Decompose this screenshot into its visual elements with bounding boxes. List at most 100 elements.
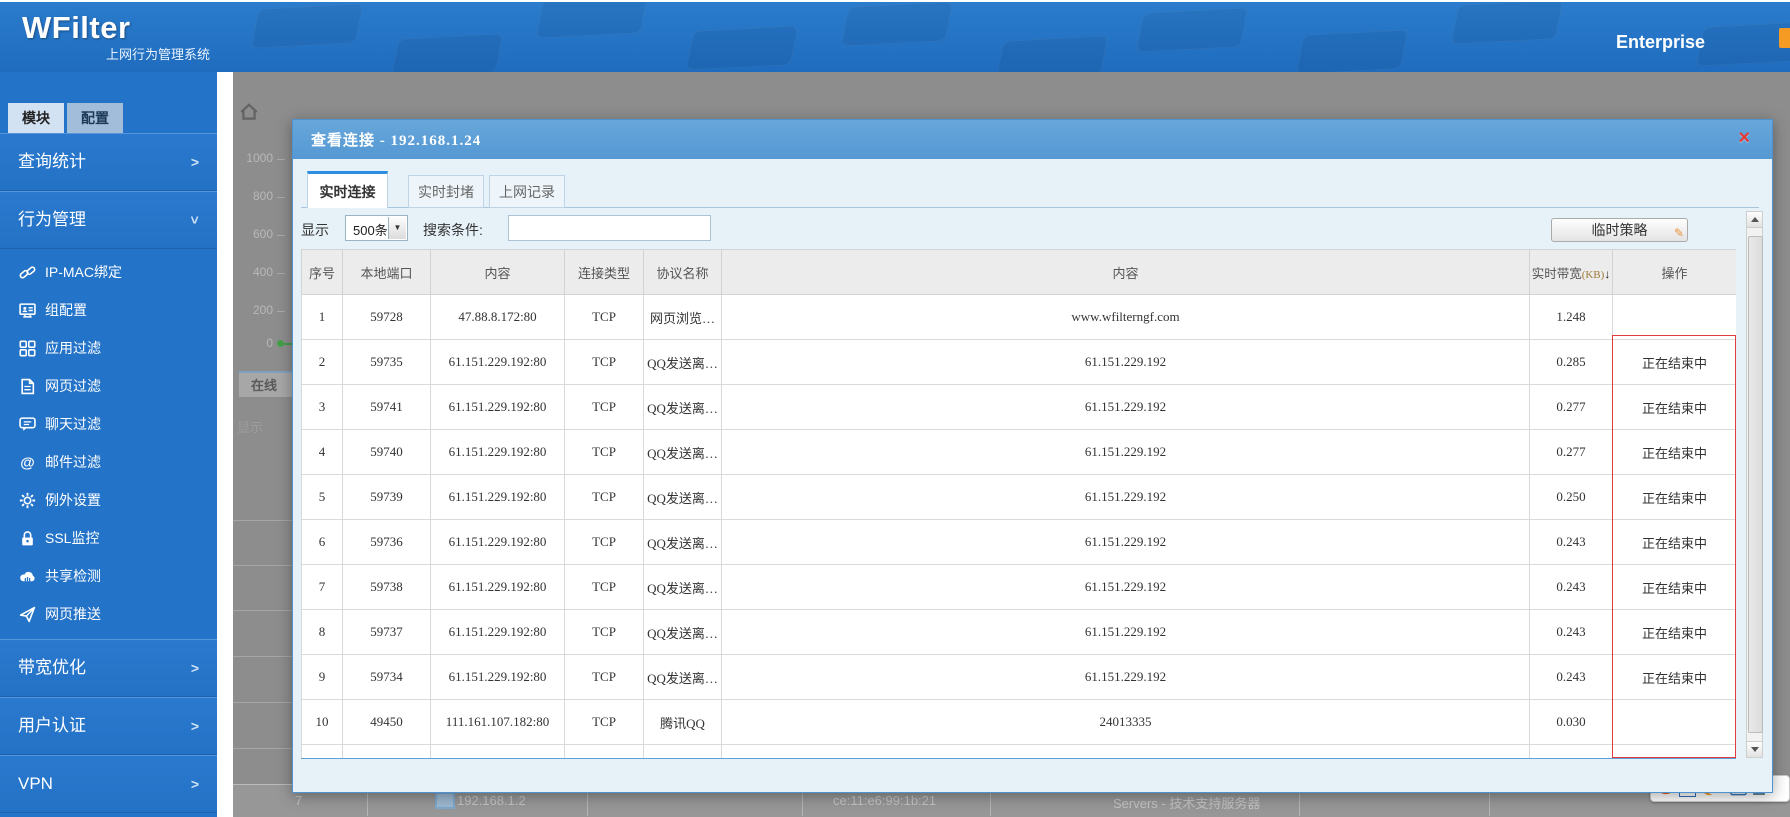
page-size-value: 500条 [353,220,388,239]
sidebar-group-0[interactable]: 查询统计 [0,133,217,191]
notification-icon[interactable] [1779,28,1790,48]
sidebar-item-label: SSL监控 [45,528,99,548]
web-push-icon [18,605,36,623]
table-row[interactable]: 1049450111.161.107.182:80TCP腾讯QQ24013335… [302,700,1737,745]
sidebar-item[interactable]: 应用过滤 [0,329,217,367]
share-detect-icon [18,567,36,585]
cell-bandwidth: 0.243 [1530,520,1613,565]
cell-protocol: QQ发送离… [644,340,722,385]
dialog-tab-1[interactable]: 实时封堵 [408,175,484,208]
cell-type: TCP [565,520,644,565]
sidebar-group-label: 带宽优化 [18,658,86,677]
sidebar-item[interactable]: SSL监控 [0,519,217,557]
cell-protocol: QQ发送离… [644,655,722,700]
dialog-tabs: 实时连接实时封堵上网记录 [307,171,1759,208]
cell-content: 111.161.107.182:80 [431,700,565,745]
sidebar-item[interactable]: 网页推送 [0,595,217,633]
column-header[interactable]: 实时带宽(KB)↓ [1530,250,1613,295]
search-input[interactable] [508,215,711,241]
table-row[interactable]: 115974261.151.229.192:80TCPQQ发送离…61.151.… [302,745,1737,760]
cell-bandwidth: 0.243 [1530,565,1613,610]
scroll-up-icon[interactable] [1747,212,1762,228]
dialog-controls: 显示 500条 ▼ 搜索条件: 临时策略 ✎ [293,215,1772,245]
cell-protocol: QQ发送离… [644,520,722,565]
close-icon[interactable]: × [1738,127,1750,150]
sidebar-item[interactable]: 共享检测 [0,557,217,595]
cell-port: 59738 [343,565,431,610]
dialog-tab-0[interactable]: 实时连接 [307,171,388,208]
sidebar-group-2[interactable]: 带宽优化 [0,639,217,697]
cell-content: 61.151.229.192:80 [431,430,565,475]
cell-protocol: QQ发送离… [644,565,722,610]
cell-content: 61.151.229.192:80 [431,520,565,565]
sidebar-group-3[interactable]: 用户认证 [0,697,217,755]
cell-type: TCP [565,655,644,700]
table-row[interactable]: 75973861.151.229.192:80TCPQQ发送离…61.151.2… [302,565,1737,610]
cell-bandwidth: 0.030 [1530,700,1613,745]
table-row[interactable]: 65973661.151.229.192:80TCPQQ发送离…61.151.2… [302,520,1737,565]
sidebar-group-1[interactable]: 行为管理 [0,191,217,249]
sidebar-group-4[interactable]: VPN [0,755,217,813]
sidebar-item-label: 聊天过滤 [45,414,101,434]
table-row[interactable]: 15972847.88.8.172:80TCP网页浏览…www.wfiltern… [302,295,1737,340]
cell-bandwidth: 0.243 [1530,655,1613,700]
cell-content: 61.151.229.192:80 [431,475,565,520]
cell-bandwidth: 0.243 [1530,610,1613,655]
table-row[interactable]: 45974061.151.229.192:80TCPQQ发送离…61.151.2… [302,430,1737,475]
sidebar-item[interactable]: @邮件过滤 [0,443,217,481]
dialog-tab-2[interactable]: 上网记录 [489,175,565,208]
axis-tick-label: 800 [233,189,273,203]
axis-tick-label: 200 [233,303,273,317]
app-filter-icon [18,339,36,357]
temporary-policy-button[interactable]: 临时策略 ✎ [1551,218,1688,242]
cell-action: 正在结束中 [1613,430,1737,475]
table-row[interactable]: 55973961.151.229.192:80TCPQQ发送离…61.151.2… [302,475,1737,520]
table-row[interactable]: 95973461.151.229.192:80TCPQQ发送离…61.151.2… [302,655,1737,700]
cell-bandwidth: 0.250 [1530,475,1613,520]
scroll-down-icon[interactable] [1747,741,1762,757]
mail-filter-icon: @ [18,453,36,471]
cell-remote: 61.151.229.192 [722,430,1530,475]
cell-port: 59742 [343,745,431,760]
tab-config[interactable]: 配置 [67,103,123,133]
chat-filter-icon [18,415,36,433]
wfilter-logo: WFilter [22,10,131,46]
edition-label: Enterprise [1616,32,1705,53]
column-header: 内容 [722,250,1530,295]
cell-action: 正在结束中 [1613,745,1737,760]
sidebar-item[interactable]: 网页过滤 [0,367,217,405]
computer-icon [435,792,455,809]
exception-icon [18,491,36,509]
sidebar-item-label: 例外设置 [45,490,101,510]
axis-tick-label: 600 [233,227,273,241]
page-size-select[interactable]: 500条 ▼ [345,215,408,241]
sidebar-item[interactable]: IP-MAC绑定 [0,253,217,291]
cell-bandwidth: 0.277 [1530,430,1613,475]
cell-action: 正在结束中 [1613,385,1737,430]
row-index: 7 [295,793,302,808]
table-row[interactable]: 25973561.151.229.192:80TCPQQ发送离…61.151.2… [302,340,1737,385]
cell-type: TCP [565,430,644,475]
dialog-scrollbar[interactable] [1746,211,1763,758]
cell-no: 8 [302,610,343,655]
axis-tick-label: 400 [233,265,273,279]
dialog-title: 查看连接 - 192.168.1.24 [311,129,481,150]
cell-bandwidth: 1.248 [1530,295,1613,340]
sidebar-item[interactable]: 例外设置 [0,481,217,519]
sidebar-submenu: IP-MAC绑定组配置应用过滤网页过滤聊天过滤 @邮件过滤例外设置 SSL监控共享检… [0,249,217,639]
row-ip: 192.168.1.2 [457,793,526,808]
table-row[interactable]: 35974161.151.229.192:80TCPQQ发送离…61.151.2… [302,385,1737,430]
cell-no: 7 [302,565,343,610]
cell-remote: 61.151.229.192 [722,655,1530,700]
tab-modules[interactable]: 模块 [8,103,64,133]
view-connections-dialog: 查看连接 - 192.168.1.24 × 实时连接实时封堵上网记录 显示 50… [292,119,1773,793]
table-header-row: 序号本地端口内容连接类型协议名称内容实时带宽(KB)↓操作 [302,250,1737,295]
sidebar-item[interactable]: 聊天过滤 [0,405,217,443]
sidebar-group-label: 用户认证 [18,716,86,735]
table-row[interactable]: 85973761.151.229.192:80TCPQQ发送离…61.151.2… [302,610,1737,655]
cell-remote: 61.151.229.192 [722,475,1530,520]
cell-type: TCP [565,340,644,385]
background-show-label: 显示 [237,417,263,436]
scrollbar-thumb[interactable] [1748,236,1763,733]
sidebar-item[interactable]: 组配置 [0,291,217,329]
